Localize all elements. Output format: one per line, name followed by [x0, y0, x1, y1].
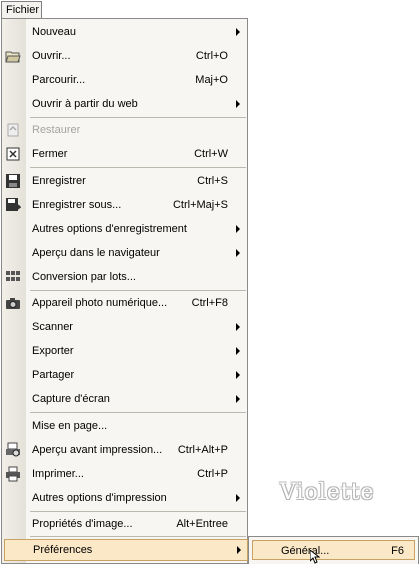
submenu-arrow-icon — [236, 28, 240, 36]
menu-item-apercu-impression[interactable]: Aperçu avant impression... Ctrl+Alt+P — [2, 439, 247, 461]
menu-item-label: Nouveau — [32, 26, 77, 38]
menu-item-shortcut: Ctrl+O — [195, 50, 228, 62]
menu-item-shortcut: Ctrl+P — [197, 468, 228, 480]
submenu-arrow-icon — [237, 546, 241, 554]
menu-item-autres-impression[interactable]: Autres options d'impression — [2, 487, 247, 509]
save-as-icon — [6, 198, 21, 211]
menu-item-apercu-navigateur[interactable]: Aperçu dans le navigateur — [2, 242, 247, 264]
menu-item-label: Imprimer... — [32, 468, 84, 480]
submenu-arrow-icon — [236, 395, 240, 403]
open-folder-icon — [5, 51, 21, 63]
menu-item-partager[interactable]: Partager — [2, 364, 247, 386]
menu-item-imprimer[interactable]: Imprimer... Ctrl+P — [2, 463, 247, 485]
menu-item-shortcut: Alt+Entree — [176, 518, 228, 530]
menu-item-shortcut: Ctrl+F8 — [191, 297, 228, 309]
menu-fichier[interactable]: Fichier — [1, 1, 42, 18]
menu-item-scanner[interactable]: Scanner — [2, 316, 247, 338]
submenu-item-label: Général... — [281, 545, 330, 557]
watermark-text: Violette — [280, 480, 375, 505]
menu-item-shortcut: Ctrl+S — [197, 175, 228, 187]
menu-item-label: Conversion par lots... — [32, 271, 136, 283]
submenu-arrow-icon — [236, 371, 240, 379]
submenu-arrow-icon — [236, 100, 240, 108]
menu-item-exporter[interactable]: Exporter — [2, 340, 247, 362]
menu-item-ouvrir[interactable]: Ouvrir... Ctrl+O — [2, 45, 247, 67]
menu-item-restaurer: Restaurer — [2, 119, 247, 141]
menu-bar: Fichier — [0, 0, 419, 20]
menu-item-label: Capture d'écran — [32, 393, 110, 405]
menu-separator — [30, 117, 246, 118]
menu-item-label: Mise en page... — [32, 420, 108, 432]
menu-item-label: Ouvrir à partir du web — [32, 98, 138, 110]
menu-item-label: Propriétés d'image... — [32, 518, 133, 530]
menu-item-parcourir[interactable]: Parcourir... Maj+O — [2, 69, 247, 91]
menu-item-autres-enregistrement[interactable]: Autres options d'enregistrement — [2, 218, 247, 240]
menu-item-label: Appareil photo numérique... — [32, 297, 168, 309]
menu-item-capture-ecran[interactable]: Capture d'écran — [2, 388, 247, 410]
preferences-submenu: Général... F6 — [248, 536, 419, 564]
menu-item-shortcut: Maj+O — [195, 74, 228, 86]
menu-item-shortcut: Ctrl+Alt+P — [177, 444, 228, 456]
mouse-cursor-icon — [310, 550, 320, 564]
menu-item-label: Fermer — [32, 148, 68, 160]
menu-item-ouvrir-web[interactable]: Ouvrir à partir du web — [2, 93, 247, 115]
menu-item-label: Aperçu avant impression... — [32, 444, 163, 456]
restore-icon — [7, 123, 19, 137]
submenu-item-general[interactable]: Général... F6 — [252, 540, 415, 560]
menu-separator — [30, 536, 246, 537]
menu-item-mise-en-page[interactable]: Mise en page... — [2, 415, 247, 437]
submenu-arrow-icon — [236, 323, 240, 331]
submenu-arrow-icon — [236, 249, 240, 257]
camera-icon — [6, 298, 20, 309]
menu-item-enregistrer[interactable]: Enregistrer Ctrl+S — [2, 170, 247, 192]
submenu-item-shortcut: F6 — [391, 545, 404, 557]
menu-item-label: Ouvrir... — [32, 50, 71, 62]
menu-item-label: Restaurer — [32, 124, 81, 136]
menu-item-proprietes-image[interactable]: Propriétés d'image... Alt+Entree — [2, 513, 247, 535]
print-preview-icon — [6, 442, 20, 457]
menu-item-label: Parcourir... — [32, 74, 86, 86]
menu-item-shortcut: Ctrl+Maj+S — [172, 199, 228, 211]
menu-item-label: Aperçu dans le navigateur — [32, 247, 160, 259]
menu-item-label: Enregistrer — [32, 175, 86, 187]
menu-item-conversion-lots[interactable]: Conversion par lots... — [2, 266, 247, 288]
menu-item-label: Enregistrer sous... — [32, 199, 122, 211]
menu-separator — [30, 167, 246, 168]
menu-item-fermer[interactable]: Fermer Ctrl+W — [2, 143, 247, 165]
menu-item-enregistrer-sous[interactable]: Enregistrer sous... Ctrl+Maj+S — [2, 194, 247, 216]
menu-item-shortcut: Ctrl+W — [194, 148, 228, 160]
menu-item-label: Scanner — [32, 321, 73, 333]
submenu-arrow-icon — [236, 347, 240, 355]
menu-item-preferences[interactable]: Préférences — [4, 539, 248, 561]
menu-item-label: Préférences — [33, 544, 93, 556]
menu-item-label: Exporter — [32, 345, 74, 357]
menu-separator — [30, 290, 246, 291]
menu-item-label: Partager — [32, 369, 75, 381]
menu-item-nouveau[interactable]: Nouveau — [2, 21, 247, 43]
menu-item-appareil-photo[interactable]: Appareil photo numérique... Ctrl+F8 — [2, 292, 247, 314]
close-file-icon — [6, 147, 20, 161]
menu-separator — [30, 511, 246, 512]
batch-convert-icon — [6, 271, 20, 281]
submenu-arrow-icon — [236, 494, 240, 502]
menu-item-label: Autres options d'impression — [32, 492, 167, 504]
save-icon — [6, 174, 20, 188]
printer-icon — [6, 466, 20, 482]
menu-item-label: Autres options d'enregistrement — [32, 223, 187, 235]
menu-separator — [30, 412, 246, 413]
submenu-arrow-icon — [236, 225, 240, 233]
file-menu: Nouveau Ouvrir... Ctrl+O Parcourir... Ma… — [1, 18, 248, 564]
